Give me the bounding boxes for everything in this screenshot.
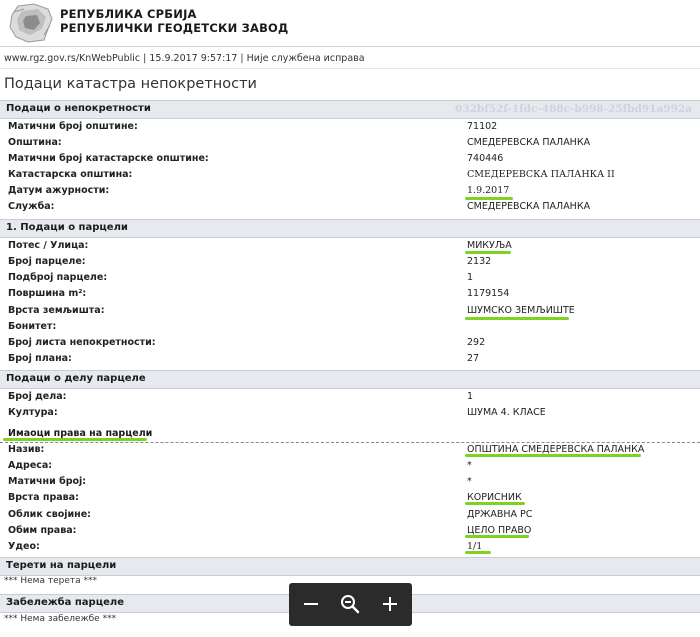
field-value: 71102 xyxy=(467,121,498,132)
organization-name: РЕПУБЛИКА СРБИЈА РЕПУБЛИЧКИ ГЕОДЕТСКИ ЗА… xyxy=(60,7,289,35)
section-title: 1. Подаци о парцели xyxy=(6,222,128,233)
field-label: Катастарска општина: xyxy=(8,169,133,180)
zoom-toolbar xyxy=(289,583,412,626)
highlight-underline xyxy=(465,535,529,538)
section-title: Подаци о непокретности xyxy=(6,103,151,114)
row-right-type: Врста права: КОРИСНИК xyxy=(0,490,700,506)
section-parcel-part: Подаци о делу парцеле xyxy=(0,370,700,389)
row-plan-number: Број плана: 27 xyxy=(0,351,700,367)
header-divider xyxy=(0,46,700,47)
row-address: Адреса: * xyxy=(0,458,700,474)
field-label: Бонитет: xyxy=(8,321,57,332)
highlight-underline xyxy=(465,551,491,554)
section-burdens: Терети на парцели xyxy=(0,557,700,576)
row-share: Удео: 1/1 xyxy=(0,539,700,555)
row-municipality-id: Матични број општине: 71102 xyxy=(0,119,700,135)
meta-line: www.rgz.gov.rs/KnWebPublic | 15.9.2017 9… xyxy=(4,53,365,64)
field-label: Назив: xyxy=(8,444,45,455)
row-ownership-form: Облик својине: ДРЖАВНА РС xyxy=(0,507,700,523)
field-value: 27 xyxy=(467,353,480,364)
field-label: Облик својине: xyxy=(8,509,91,520)
row-rating: Бонитет: xyxy=(0,319,700,335)
magnifier-minus-icon xyxy=(341,595,360,614)
field-value: ШУМА 4. КЛАСЕ xyxy=(467,407,546,418)
field-label: Матични број катастарске општине: xyxy=(8,153,209,164)
field-value: ДРЖАВНА РС xyxy=(467,509,533,520)
row-culture: Култура: ШУМА 4. КЛАСЕ xyxy=(0,405,700,421)
plus-icon xyxy=(383,597,397,611)
field-value: СМЕДЕРЕВСКА ПАЛАНКА xyxy=(467,137,591,148)
field-value: МИКУЉА xyxy=(467,240,512,251)
field-label: Број плана: xyxy=(8,353,72,364)
record-guid: 032bf52f-1fdc-488c-b998-25fbd91a992a xyxy=(454,103,692,115)
field-label: Општина: xyxy=(8,137,62,148)
field-label: Датум ажурности: xyxy=(8,185,110,196)
notes-text: *** Нема забележбе *** xyxy=(4,614,117,624)
row-registration-number: Матични број: * xyxy=(0,474,700,490)
field-label: Број листа непокретности: xyxy=(8,337,156,348)
field-value: 292 xyxy=(467,337,486,348)
field-label: Површина m²: xyxy=(8,288,87,299)
row-municipality: Општина: СМЕДЕРЕВСКА ПАЛАНКА xyxy=(0,135,700,151)
section-parcel: 1. Подаци о парцели xyxy=(0,219,700,238)
field-value: ШУМСКО ЗЕМЉИШТЕ xyxy=(467,305,575,316)
highlight-underline xyxy=(465,502,525,505)
field-label: Адреса: xyxy=(8,460,53,471)
minus-icon xyxy=(304,603,318,605)
org-line-1: РЕПУБЛИКА СРБИЈА xyxy=(60,7,197,21)
source-url[interactable]: www.rgz.gov.rs/KnWebPublic xyxy=(4,53,140,64)
zoom-in-button[interactable] xyxy=(378,593,402,615)
row-update-date: Датум ажурности: 1.9.2017 xyxy=(0,183,700,199)
section-property: Подаци о непокретности 032bf52f-1fdc-488… xyxy=(0,100,700,119)
field-value: СМЕДЕРЕВСКА ПАЛАНКА xyxy=(467,201,591,212)
row-subnumber: Подброј парцеле: 1 xyxy=(0,270,700,286)
field-value: * xyxy=(467,476,472,487)
field-value: 2132 xyxy=(467,256,492,267)
row-parcel-number: Број парцеле: 2132 xyxy=(0,254,700,270)
row-deed-number: Број листа непокретности: 292 xyxy=(0,335,700,351)
section-title: Забележба парцеле xyxy=(6,597,125,608)
row-office: Служба: СМЕДЕРЕВСКА ПАЛАНКА xyxy=(0,199,700,215)
unofficial-note: Није службена исправа xyxy=(246,53,365,64)
field-label: Врста права: xyxy=(8,492,79,503)
serbia-map-logo-icon xyxy=(9,3,53,43)
field-label: Подброј парцеле: xyxy=(8,272,108,283)
row-cadastral-municipality: Катастарска општина: СМЕДЕРЕВСКА ПАЛАНКА … xyxy=(0,167,700,183)
field-label: Обим права: xyxy=(8,525,77,536)
field-label: Број дела: xyxy=(8,391,67,402)
burdens-text: *** Нема терета *** xyxy=(4,576,97,586)
highlight-underline xyxy=(465,454,641,457)
row-part-number: Број дела: 1 xyxy=(0,389,700,405)
field-label: Потес / Улица: xyxy=(8,240,89,251)
field-value: * xyxy=(467,460,472,471)
page-title: Подаци катастра непокретности xyxy=(4,76,257,92)
org-line-2: РЕПУБЛИЧКИ ГЕОДЕТСКИ ЗАВОД xyxy=(60,20,289,35)
section-title: Терети на парцели xyxy=(6,560,117,571)
highlight-underline xyxy=(3,438,147,441)
field-value: 1.9.2017 xyxy=(467,185,510,196)
field-label: Култура: xyxy=(8,407,58,418)
meta-divider xyxy=(0,68,700,69)
zoom-reset-button[interactable] xyxy=(338,593,362,615)
section-title: Подаци о делу парцеле xyxy=(6,373,146,384)
field-value: 1179154 xyxy=(467,288,510,299)
field-value: 740446 xyxy=(467,153,504,164)
field-label: Служба: xyxy=(8,201,55,212)
field-label: Матични број: xyxy=(8,476,87,487)
field-value: 1 xyxy=(467,272,474,283)
field-value: 1 xyxy=(467,391,474,402)
field-value: СМЕДЕРЕВСКА ПАЛАНКА II xyxy=(467,169,615,180)
row-right-scope: Обим права: ЦЕЛО ПРАВО xyxy=(0,523,700,539)
field-label: Врста земљишта: xyxy=(8,305,105,316)
site-header: РЕПУБЛИКА СРБИЈА РЕПУБЛИЧКИ ГЕОДЕТСКИ ЗА… xyxy=(0,0,700,48)
row-cadastral-id: Матични број катастарске општине: 740446 xyxy=(0,151,700,167)
field-label: Удео: xyxy=(8,541,40,552)
row-land-type: Врста земљишта: ШУМСКО ЗЕМЉИШТЕ xyxy=(0,303,700,319)
row-street: Потес / Улица: МИКУЉА xyxy=(0,238,700,254)
zoom-out-button[interactable] xyxy=(299,593,323,615)
field-label: Матични број општине: xyxy=(8,121,138,132)
field-label: Број парцеле: xyxy=(8,256,86,267)
row-area: Површина m²: 1179154 xyxy=(0,286,700,302)
timestamp: 15.9.2017 9:57:17 xyxy=(149,53,238,64)
